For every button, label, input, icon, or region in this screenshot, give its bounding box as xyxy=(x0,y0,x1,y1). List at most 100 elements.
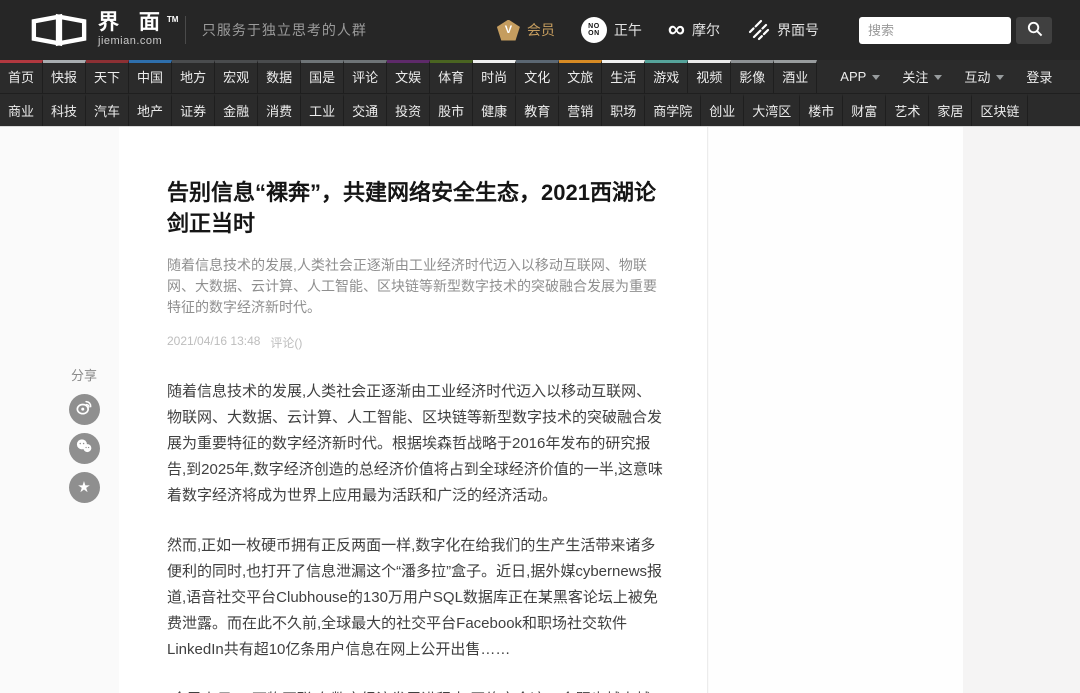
share-rail: 分享 ★ xyxy=(64,365,104,511)
nav-item-follow[interactable]: 关注 xyxy=(893,67,951,86)
main-nav: 首页 快报 天下 中国 地方 宏观 数据 国是 评论 文娱 体育 时尚 xyxy=(0,60,1080,127)
nav-item[interactable]: 文旅 xyxy=(559,60,602,93)
nav-item[interactable]: 交通 xyxy=(344,94,387,126)
nav-item[interactable]: 教育 xyxy=(516,94,559,126)
nav-item-interact[interactable]: 互动 xyxy=(955,67,1013,86)
nav-item[interactable]: 影像 xyxy=(731,60,774,93)
article-body: 随着信息技术的发展,人类社会正逐渐由工业经济时代迈入以移动互联网、物联网、大数据… xyxy=(167,379,663,693)
member-badge-icon: V xyxy=(497,20,520,41)
nav-item[interactable]: 游戏 xyxy=(645,60,688,93)
logo-text: 界 面TM jiemian.com xyxy=(98,13,167,47)
noon-label: 正午 xyxy=(614,20,642,40)
chevron-down-icon xyxy=(934,75,942,80)
nav-item[interactable]: 天下 xyxy=(86,60,129,93)
share-weibo-button[interactable] xyxy=(69,394,100,425)
nav-item-app[interactable]: APP xyxy=(831,69,889,84)
nav-extras: APP 关注 互动 登录 xyxy=(831,60,1061,93)
article-date: 2021/04/16 13:48 xyxy=(167,334,260,351)
nav-item[interactable]: 时尚 xyxy=(473,60,516,93)
nav-item[interactable]: 创业 xyxy=(701,94,744,126)
site-tagline: 只服务于独立思考的人群 xyxy=(202,20,367,40)
right-spacer xyxy=(709,127,963,693)
nav-item[interactable]: 酒业 xyxy=(774,60,817,93)
nav-item[interactable]: 商业 xyxy=(0,94,43,126)
nav-item[interactable]: 文娱 xyxy=(387,60,430,93)
nav-item-app-label: APP xyxy=(840,69,866,84)
nav-item-login-label: 登录 xyxy=(1026,67,1052,86)
jiemianhao-label: 界面号 xyxy=(777,20,819,40)
qzone-star-icon: ★ xyxy=(77,480,90,495)
nav-item[interactable]: 数据 xyxy=(258,60,301,93)
nav-item[interactable]: 体育 xyxy=(430,60,473,93)
nav-item[interactable]: 国是 xyxy=(301,60,344,93)
nav-item[interactable]: 生活 xyxy=(602,60,645,93)
share-wechat-button[interactable] xyxy=(69,433,100,464)
moer-link[interactable]: ∞ 摩尔 xyxy=(668,20,720,40)
header-divider xyxy=(185,16,186,44)
nav-item[interactable]: 艺术 xyxy=(886,94,929,126)
nav-item[interactable]: 科技 xyxy=(43,94,86,126)
article-comments-link[interactable]: 评论() xyxy=(270,334,302,351)
noon-icon-line1: NO xyxy=(588,23,600,30)
nav-item[interactable]: 大湾区 xyxy=(744,94,800,126)
nav-item[interactable]: 消费 xyxy=(258,94,301,126)
search-input[interactable] xyxy=(859,17,1011,44)
jiemian-logo[interactable]: 界 面TM jiemian.com xyxy=(30,12,167,48)
noon-link[interactable]: NO ON 正午 xyxy=(581,17,642,43)
wechat-icon xyxy=(74,436,94,461)
nav-item[interactable]: 首页 xyxy=(0,60,43,93)
logo-tm: TM xyxy=(167,10,179,30)
nav-item-interact-label: 互动 xyxy=(964,67,990,86)
search-box xyxy=(859,17,1052,44)
chevron-down-icon xyxy=(996,75,1004,80)
noon-icon-line2: ON xyxy=(588,30,600,37)
nav-item[interactable]: 评论 xyxy=(344,60,387,93)
article-column: 告别信息“裸奔”，共建网络安全生态，2021西湖论剑正当时 随着信息技术的发展,… xyxy=(119,127,708,693)
nav-item[interactable]: 投资 xyxy=(387,94,430,126)
nav-row-secondary: 商业 科技 汽车 地产 证券 金融 消费 工业 交通 投资 股市 健康 xyxy=(0,93,1080,126)
nav-item[interactable]: 宏观 xyxy=(215,60,258,93)
nav-item-login[interactable]: 登录 xyxy=(1017,67,1061,86)
nav-item[interactable]: 工业 xyxy=(301,94,344,126)
share-qzone-button[interactable]: ★ xyxy=(69,472,100,503)
nav-item[interactable]: 快报 xyxy=(43,60,86,93)
nav-item[interactable]: 证券 xyxy=(172,94,215,126)
noon-icon: NO ON xyxy=(581,17,607,43)
nav-item-follow-label: 关注 xyxy=(902,67,928,86)
weibo-icon xyxy=(74,397,94,422)
search-icon xyxy=(1026,20,1043,40)
chevron-down-icon xyxy=(872,75,880,80)
nav-item[interactable]: 楼市 xyxy=(800,94,843,126)
nav-item[interactable]: 家居 xyxy=(929,94,972,126)
article-title: 告别信息“裸奔”，共建网络安全生态，2021西湖论剑正当时 xyxy=(167,177,663,239)
logo-cn-text: 界 面 xyxy=(98,11,167,34)
top-header: 界 面TM jiemian.com 只服务于独立思考的人群 V 会员 NO ON… xyxy=(0,0,1080,60)
nav-item[interactable]: 中国 xyxy=(129,60,172,93)
nav-item[interactable]: 区块链 xyxy=(972,94,1028,126)
nav-item[interactable]: 视频 xyxy=(688,60,731,93)
nav-item[interactable]: 地方 xyxy=(172,60,215,93)
jiemianhao-link[interactable]: 界面号 xyxy=(746,17,819,44)
member-label: 会员 xyxy=(527,20,555,40)
nav-item[interactable]: 地产 xyxy=(129,94,172,126)
nav-item[interactable]: 文化 xyxy=(516,60,559,93)
moer-label: 摩尔 xyxy=(692,20,720,40)
share-label: 分享 xyxy=(64,365,104,384)
article-meta: 2021/04/16 13:48 评论() xyxy=(167,334,663,351)
nav-item[interactable]: 商学院 xyxy=(645,94,701,126)
nav-item[interactable]: 营销 xyxy=(559,94,602,126)
member-link[interactable]: V 会员 xyxy=(497,20,555,41)
nav-item[interactable]: 股市 xyxy=(430,94,473,126)
page-body: 分享 ★ xyxy=(0,127,1080,693)
right-side-panel xyxy=(963,127,1080,693)
article-summary: 随着信息技术的发展,人类社会正逐渐由工业经济时代迈入以移动互联网、物联网、大数据… xyxy=(167,255,663,318)
jiemianhao-icon xyxy=(746,17,770,44)
nav-item[interactable]: 职场 xyxy=(602,94,645,126)
nav-row-primary: 首页 快报 天下 中国 地方 宏观 数据 国是 评论 文娱 体育 时尚 xyxy=(0,60,1080,93)
nav-item[interactable]: 汽车 xyxy=(86,94,129,126)
search-button[interactable] xyxy=(1016,17,1052,44)
nav-item[interactable]: 健康 xyxy=(473,94,516,126)
jiemian-logo-icon xyxy=(30,12,88,48)
nav-item[interactable]: 财富 xyxy=(843,94,886,126)
nav-item[interactable]: 金融 xyxy=(215,94,258,126)
